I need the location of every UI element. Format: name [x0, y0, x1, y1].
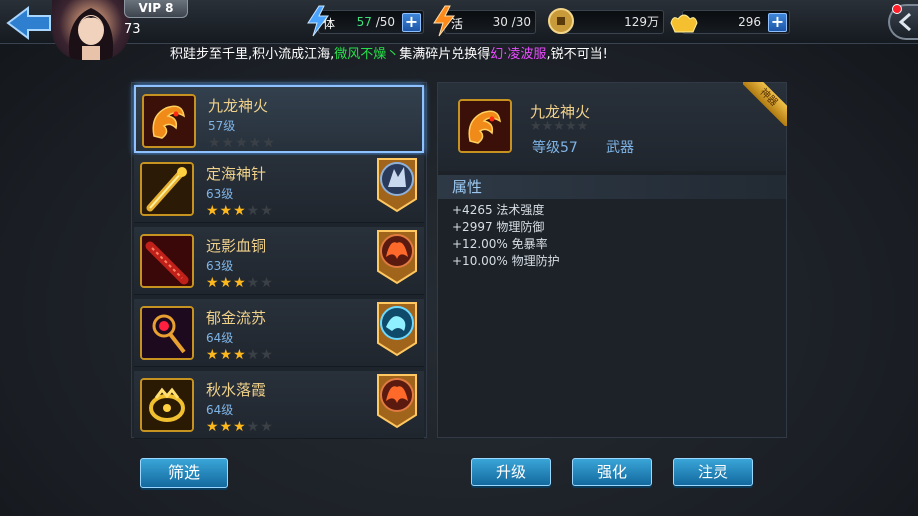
coins-value: 129万 — [624, 15, 659, 29]
phoenix-emblem-icon — [376, 373, 418, 429]
announcement-ticker: 积跬步至千里,积小流成江海,微风不燥丶集满碎片兑换得幻·凌波服,锐不可当! — [170, 47, 608, 62]
golden-staff-icon — [140, 162, 194, 216]
infuse-button[interactable]: 注灵 — [673, 458, 753, 486]
wolf-emblem-icon — [376, 157, 418, 213]
attribute-line: +4265 法术强度 — [452, 203, 545, 217]
attributes-list: +4265 法术强度 +2997 物理防御 +12.00% 免暴率 +10.00… — [452, 202, 560, 270]
attributes-heading: 属性 — [438, 175, 786, 199]
ingots-bar: 296 + — [670, 10, 790, 34]
tassel-scepter-icon — [140, 306, 194, 360]
stamina-label: 体 — [323, 17, 336, 31]
enhance-button[interactable]: 强化 — [572, 458, 652, 486]
upgrade-button[interactable]: 升级 — [471, 458, 551, 486]
coins-bar: 129万 — [548, 8, 664, 34]
dragon-emblem-icon — [376, 301, 418, 357]
blood-copper-icon — [140, 234, 194, 288]
attribute-line: +2997 物理防御 — [452, 220, 545, 234]
item-level: 63级 — [206, 187, 234, 201]
attribute-line: +10.00% 物理防护 — [452, 254, 560, 268]
vip-badge: VIP 8 — [124, 0, 188, 18]
gold-ingot-icon — [669, 9, 699, 42]
back-button[interactable] — [6, 6, 52, 40]
stamina-bar: 体 57 /50 + — [307, 5, 424, 37]
item-level: 64级 — [206, 403, 234, 417]
dragon-weapon-icon — [142, 94, 196, 148]
star-rating: ★★★★★ — [208, 135, 276, 151]
detail-level: 等级57 — [532, 140, 578, 156]
star-rating: ★★★★★ — [206, 275, 274, 291]
item-level: 63级 — [206, 259, 234, 273]
top-bar: VIP 8 73 体 57 /50 + 活 30 /30 129万 296 + — [0, 0, 918, 60]
vitality-label: 活 — [451, 17, 464, 31]
vitality-value: 30 /30 — [492, 15, 531, 29]
add-ingots-button[interactable]: + — [768, 13, 787, 32]
item-level: 64级 — [206, 331, 234, 345]
list-item[interactable]: 秋水落霞 64级 ★★★★★ — [134, 371, 424, 439]
star-rating: ★★★★★ — [206, 203, 274, 219]
star-rating: ★★★★★ — [206, 419, 274, 435]
detail-type: 武器 — [606, 140, 634, 156]
dragon-weapon-icon — [458, 99, 512, 153]
equipment-list[interactable]: 九龙神火 57级 ★★★★★ 定海神针 63级 ★★★★★ 远影血铜 63级 ★… — [131, 82, 427, 439]
stamina-max: /50 — [375, 15, 395, 29]
item-name: 秋水落霞 — [206, 381, 267, 399]
stamina-current: 57 — [356, 15, 372, 29]
notification-dot — [892, 4, 902, 14]
item-name: 远影血铜 — [206, 237, 267, 255]
artifact-ribbon: 神器 — [743, 82, 787, 126]
hero-portrait-icon — [68, 8, 114, 60]
star-rating: ★★★★★ — [206, 347, 274, 363]
item-name: 定海神针 — [206, 165, 267, 183]
player-level: 73 — [124, 22, 141, 37]
add-stamina-button[interactable]: + — [402, 13, 421, 32]
back-arrow-icon — [6, 6, 51, 40]
list-item[interactable]: 郁金流苏 64级 ★★★★★ — [134, 299, 424, 367]
copper-coin-icon — [547, 7, 575, 42]
star-rating: ★★★★★ — [530, 119, 589, 134]
avatar[interactable] — [52, 0, 130, 60]
filter-button[interactable]: 筛选 — [140, 458, 228, 488]
item-name: 郁金流苏 — [206, 309, 267, 327]
item-level: 57级 — [208, 119, 236, 133]
list-item[interactable]: 九龙神火 57级 ★★★★★ — [134, 85, 424, 153]
golden-crown-icon — [140, 378, 194, 432]
phoenix-emblem-icon — [376, 229, 418, 285]
list-item[interactable]: 定海神针 63级 ★★★★★ — [134, 155, 424, 223]
list-item[interactable]: 远影血铜 63级 ★★★★★ — [134, 227, 424, 295]
attribute-line: +12.00% 免暴率 — [452, 237, 548, 251]
vitality-bar: 活 30 /30 — [433, 5, 536, 37]
item-detail-panel: 九龙神火 ★★★★★ 等级57 武器 神器 属性 +4265 法术强度 +299… — [437, 82, 787, 438]
detail-header: 九龙神火 ★★★★★ 等级57 武器 神器 — [438, 82, 787, 171]
item-name: 九龙神火 — [208, 97, 269, 115]
